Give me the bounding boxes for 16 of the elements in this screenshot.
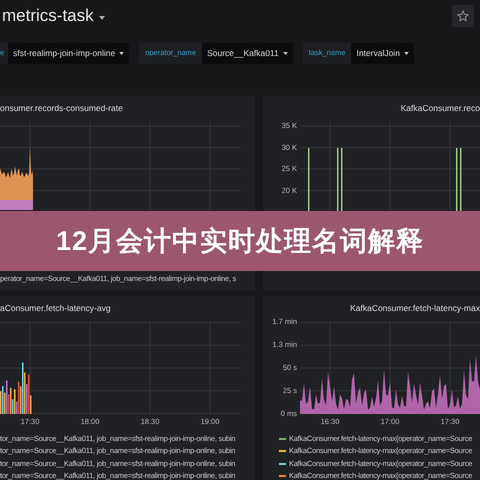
caret-icon[interactable] — [98, 16, 105, 20]
star-icon — [457, 10, 469, 22]
graph-lines — [0, 362, 32, 414]
variable-dropdown[interactable]: Source__Kafka011 — [202, 42, 293, 64]
caret-icon — [119, 52, 124, 54]
variable-dropdown[interactable]: sfst-realimp-join-imp-online — [8, 42, 130, 64]
panel-title: onsumer.records-consumed-rate — [0, 102, 123, 115]
variable-dropdown[interactable]: IntervalJoin — [351, 42, 414, 64]
panel-title: aConsumer.fetch-latency-avg — [0, 302, 111, 315]
caret-icon — [404, 52, 409, 54]
banner-title: 12月会计中实时处理名词解释 — [56, 224, 424, 258]
panel-title: KafkaConsumer.fetch-latency-max — [350, 302, 480, 315]
star-button[interactable] — [452, 5, 474, 27]
dashboard-title[interactable]: metrics-task — [2, 3, 94, 29]
caret-icon — [282, 52, 288, 54]
panel-title: KafkaConsumer.reco — [400, 102, 480, 115]
